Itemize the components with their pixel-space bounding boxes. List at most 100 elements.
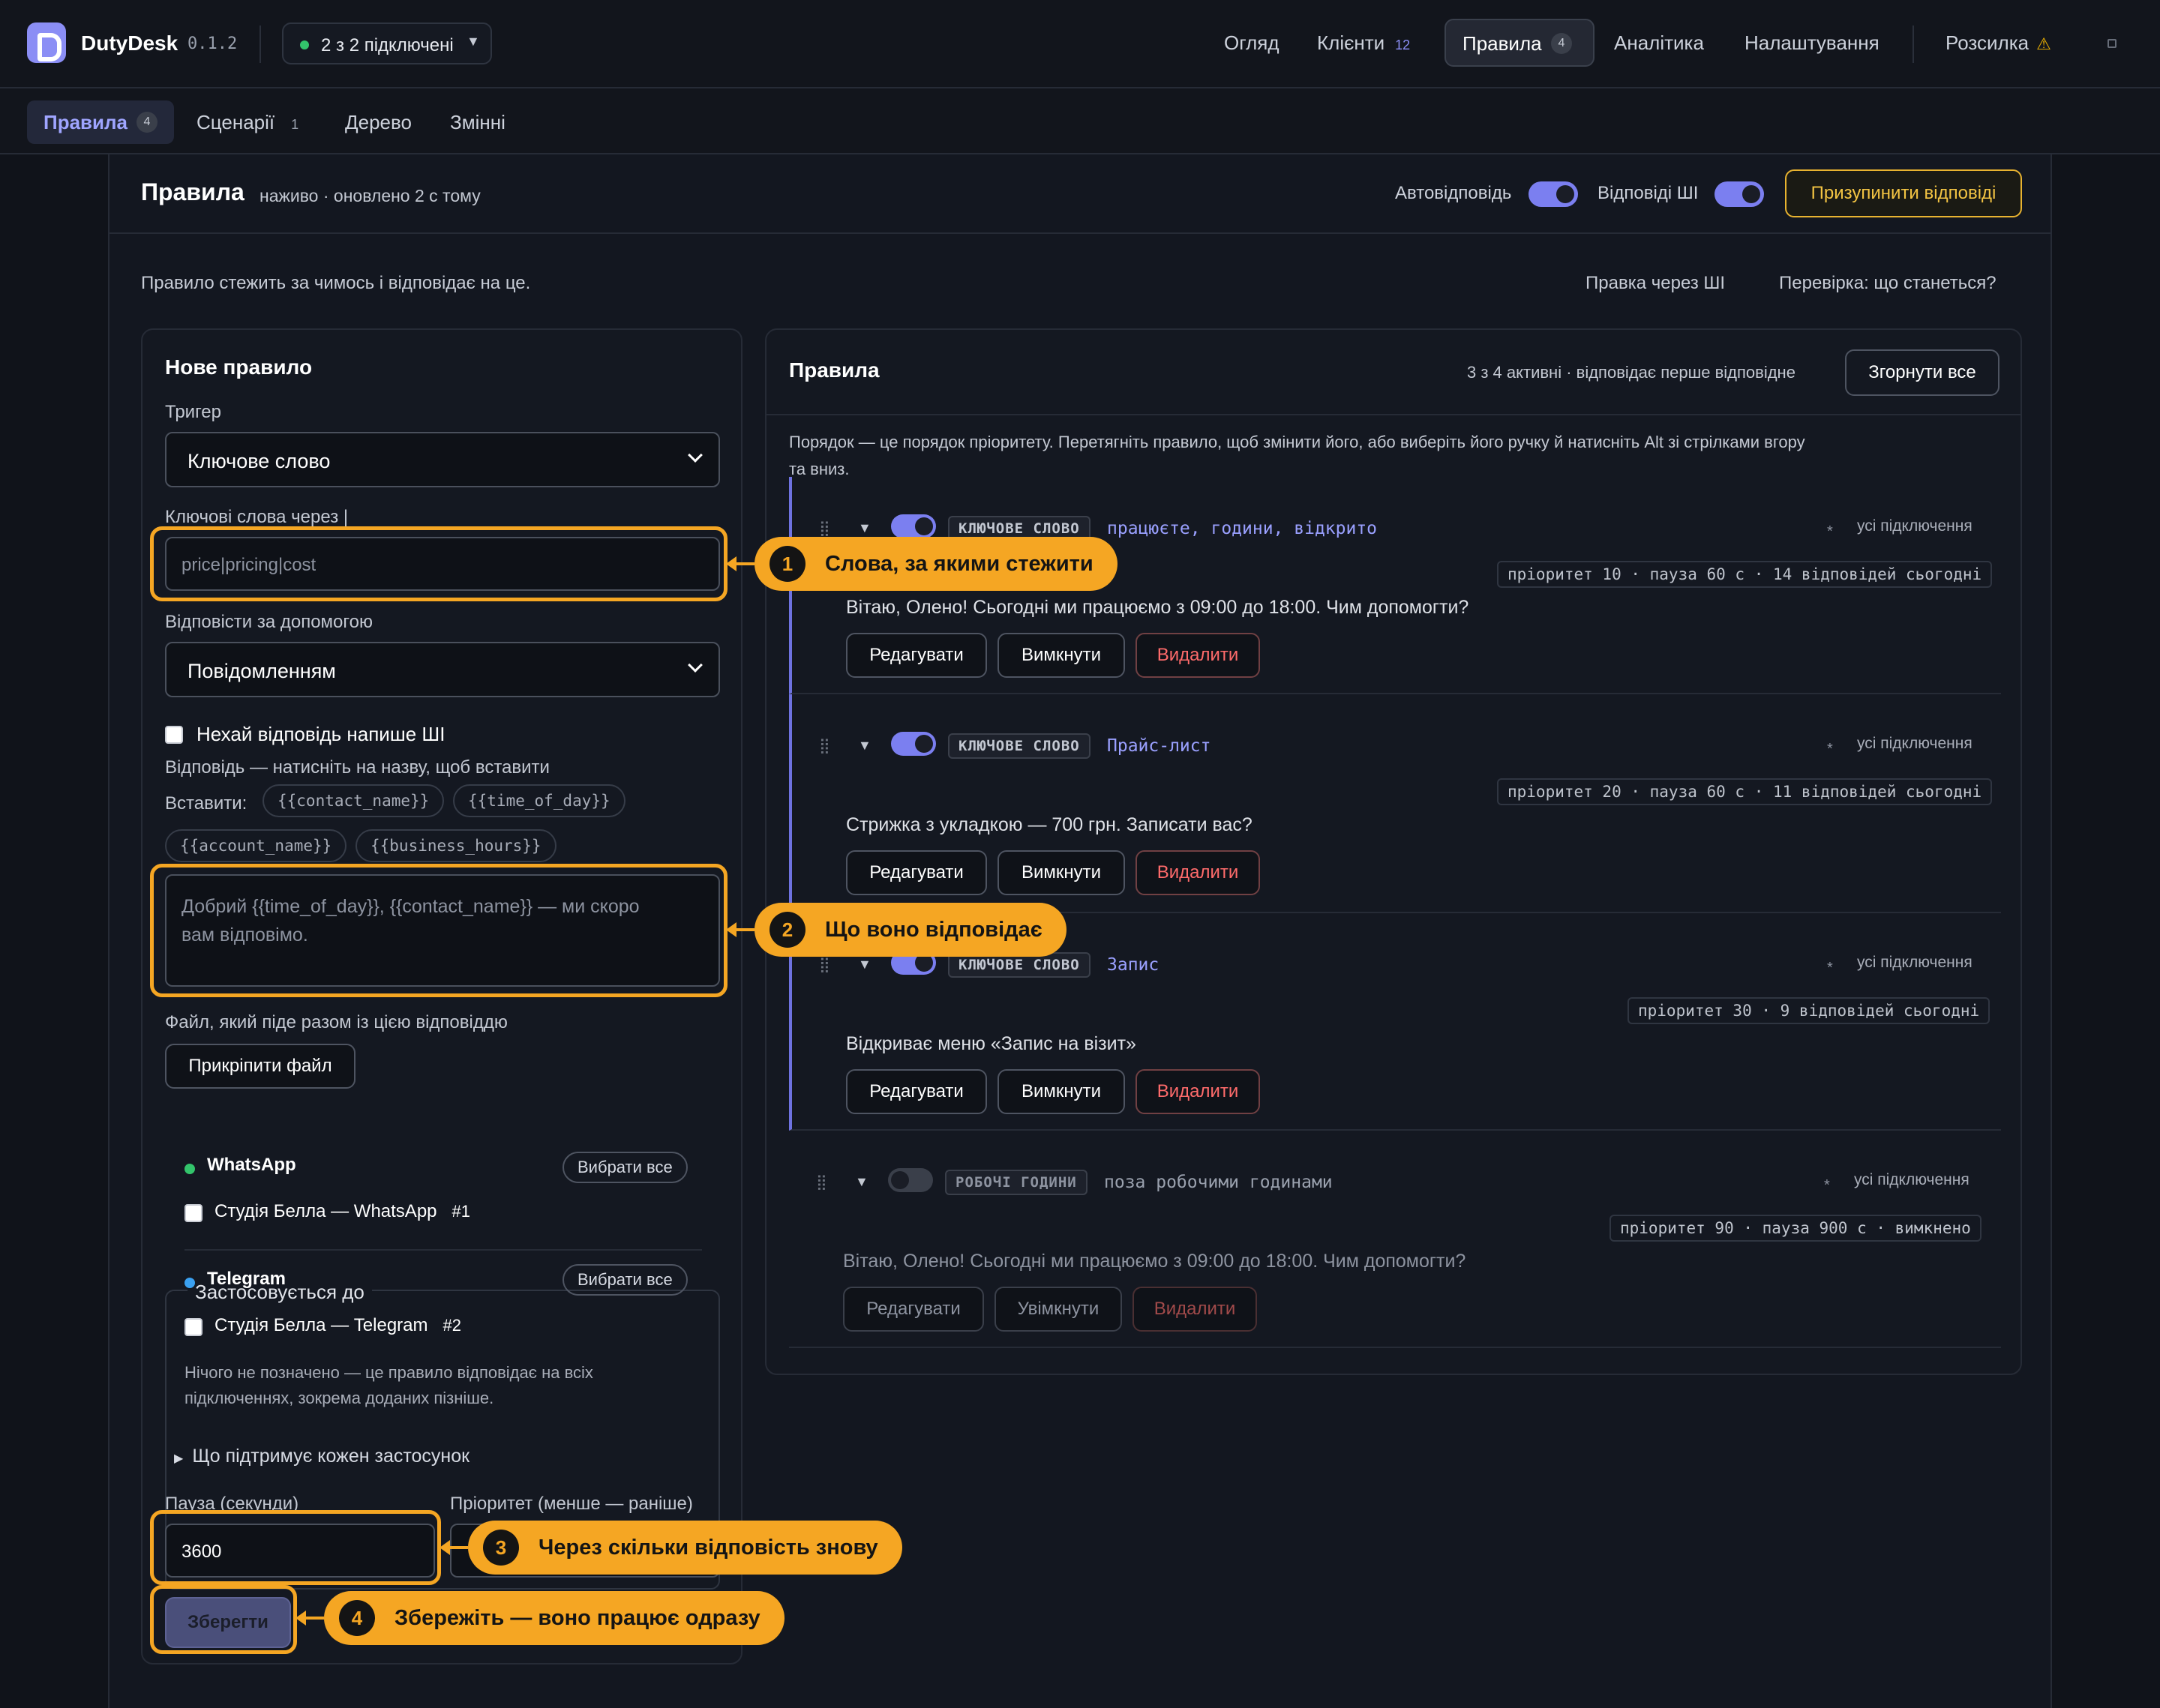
drag-handle-icon[interactable]: ⣿ [819,955,830,974]
var-chip-account-name[interactable]: {{account_name}} [165,829,347,862]
var-chip-business-hours[interactable]: {{business_hours}} [356,829,556,862]
toggle-rule-button[interactable]: Вимкнути [998,633,1125,678]
rule-toggle[interactable] [891,514,936,538]
attach-file-button[interactable]: Прикріпити файл [165,1044,356,1089]
tab-rules[interactable]: Правила 4 [27,100,174,144]
expand-triangle-icon[interactable]: ▼ [858,738,872,754]
drag-handle-icon[interactable]: ⣿ [819,736,830,755]
delete-rule-button[interactable]: Видалити [1136,633,1260,678]
connections-label: 2 з 2 підключені [321,35,454,55]
edit-rule-button[interactable]: Редагувати [846,850,987,895]
drag-handle-icon[interactable]: ⣿ [819,519,830,538]
divider [184,1249,702,1251]
keywords-label: Ключові слова через | [165,507,349,527]
tour-arrow-3 [440,1540,468,1555]
var-chip-contact-name[interactable]: {{contact_name}} [262,784,445,817]
app-version: 0.1.2 [188,34,238,53]
support-summary[interactable]: ▶ Що підтримує кожен застосунок [174,1446,470,1467]
ai-write-checkbox[interactable] [165,726,183,744]
tour-highlight-cooldown [150,1510,441,1585]
tour-callout-4[interactable]: 4 Збережіть — воно працює одразу [324,1591,784,1645]
whatsapp-label: WhatsApp [207,1155,296,1175]
asterisk-icon: * [1827,741,1833,757]
none-selected-line-2: підключеннях, зокрема доданих пізніше. [184,1389,494,1407]
toggle-rule-button[interactable]: Вимкнути [998,1069,1125,1114]
trigger-select[interactable]: Ключове слово [165,432,720,487]
sub-nav: Правила 4 Сценарії 1 Дерево Змінні [0,88,2160,154]
telegram-account-num: #2 [442,1316,461,1335]
window-icon[interactable] [2108,39,2116,48]
tour-callout-2[interactable]: 2 Що воно відповідає [754,903,1066,957]
delete-rule-button[interactable]: Видалити [1132,1287,1257,1332]
divider [766,414,2020,415]
edit-rule-button[interactable]: Редагувати [846,1069,987,1114]
expand-triangle-icon[interactable]: ▼ [855,1174,868,1190]
tab-scenarios[interactable]: Сценарії 1 [196,111,298,134]
divider [1912,25,1914,63]
tour-step-number: 4 [339,1600,375,1636]
tour-arrow-4 [296,1611,324,1626]
tour-callout-1[interactable]: 1 Слова, за якими стежити [754,537,1118,591]
tab-tree[interactable]: Дерево [345,111,412,134]
telegram-dot-icon [184,1278,195,1288]
delete-rule-button[interactable]: Видалити [1136,850,1260,895]
nav-overview[interactable]: Огляд [1224,31,1280,55]
reply-with-select[interactable]: Повідомленням [165,642,720,697]
tour-callout-3[interactable]: 3 Через скільки відповість знову [468,1521,902,1575]
rule-item: ⣿ ▼ РОБОЧІ ГОДИНИ поза робочими годинами * ус… [789,1131,2001,1348]
rules-list-title: Правила [789,358,880,382]
page-title: Правила [141,178,244,205]
dry-run-link[interactable]: Перевірка: що станеться? [1779,273,1996,294]
nav-broadcast[interactable]: Розсилка ⚠ [1946,31,2051,55]
whatsapp-account-label: Студія Белла — WhatsApp #1 [214,1201,470,1222]
rule-meta: пріоритет 20 · пауза 60 с · 11 відповіде… [1497,778,1993,805]
edit-rule-button[interactable]: Редагувати [843,1287,984,1332]
tour-callout-text: Через скільки відповість знову [538,1536,878,1560]
telegram-account-checkbox[interactable] [184,1318,202,1336]
chevron-down-icon [688,448,703,463]
expand-triangle-icon[interactable]: ▼ [858,957,872,972]
nav-rules-badge: 4 [1551,33,1572,54]
tour-arrow-1 [726,556,754,571]
toggle-rule-button[interactable]: Увімкнути [994,1287,1122,1332]
rule-scope: усі підключення [1854,1171,1970,1188]
whatsapp-account-checkbox[interactable] [184,1204,202,1222]
rule-scope: усі підключення [1857,735,1972,752]
tab-rules-label: Правила [44,111,128,133]
tab-rules-badge: 4 [136,112,158,133]
autoreply-toggle[interactable] [1528,181,1578,207]
nav-settings[interactable]: Налаштування [1744,31,1880,55]
var-chip-time-of-day[interactable]: {{time_of_day}} [453,784,626,817]
new-rule-title: Нове правило [165,355,313,379]
autoreply-label: Автовідповідь [1395,183,1512,203]
delete-rule-button[interactable]: Видалити [1136,1069,1260,1114]
toggle-rule-button[interactable]: Вимкнути [998,850,1125,895]
nav-analytics[interactable]: Аналітика [1614,31,1704,55]
whatsapp-select-all-button[interactable]: Вибрати все [562,1152,688,1183]
rule-toggle[interactable] [888,1168,933,1192]
pause-replies-button[interactable]: Призупинити відповіді [1785,169,2022,217]
app-name: DutyDesk [81,31,178,55]
nav-rules[interactable]: Правила 4 [1444,19,1594,67]
expand-triangle-icon[interactable]: ▼ [858,520,872,536]
connections-dropdown[interactable]: 2 з 2 підключені ▼ [282,22,492,64]
chevron-down-icon [688,658,703,673]
ai-replies-toggle[interactable] [1714,181,1764,207]
ai-edit-link[interactable]: Правка через ШІ [1586,273,1725,294]
edit-rule-button[interactable]: Редагувати [846,633,987,678]
rule-scope: усі підключення [1857,517,1972,535]
rule-keywords: Прайс-лист [1107,736,1211,756]
rules-list-card: Правила 3 з 4 активні · відповідає перше… [765,328,2022,1375]
collapse-all-button[interactable]: Згорнути все [1845,349,2000,396]
drag-handle-icon[interactable]: ⣿ [816,1173,827,1191]
tab-variables[interactable]: Змінні [450,111,506,134]
rule-toggle[interactable] [891,732,936,756]
rule-reply-text: Вітаю, Олено! Сьогодні ми працюємо з 09:… [846,597,1469,618]
telegram-label: Telegram [207,1269,286,1289]
asterisk-icon: * [1824,1177,1830,1194]
rule-type-badge: РОБОЧІ ГОДИНИ [945,1170,1088,1195]
tour-highlight-reply [150,864,728,997]
telegram-select-all-button[interactable]: Вибрати все [562,1264,688,1296]
nav-clients[interactable]: Клієнти 12 [1317,31,1410,55]
rule-reply-text: Вітаю, Олено! Сьогодні ми працюємо з 09:… [843,1251,1466,1272]
